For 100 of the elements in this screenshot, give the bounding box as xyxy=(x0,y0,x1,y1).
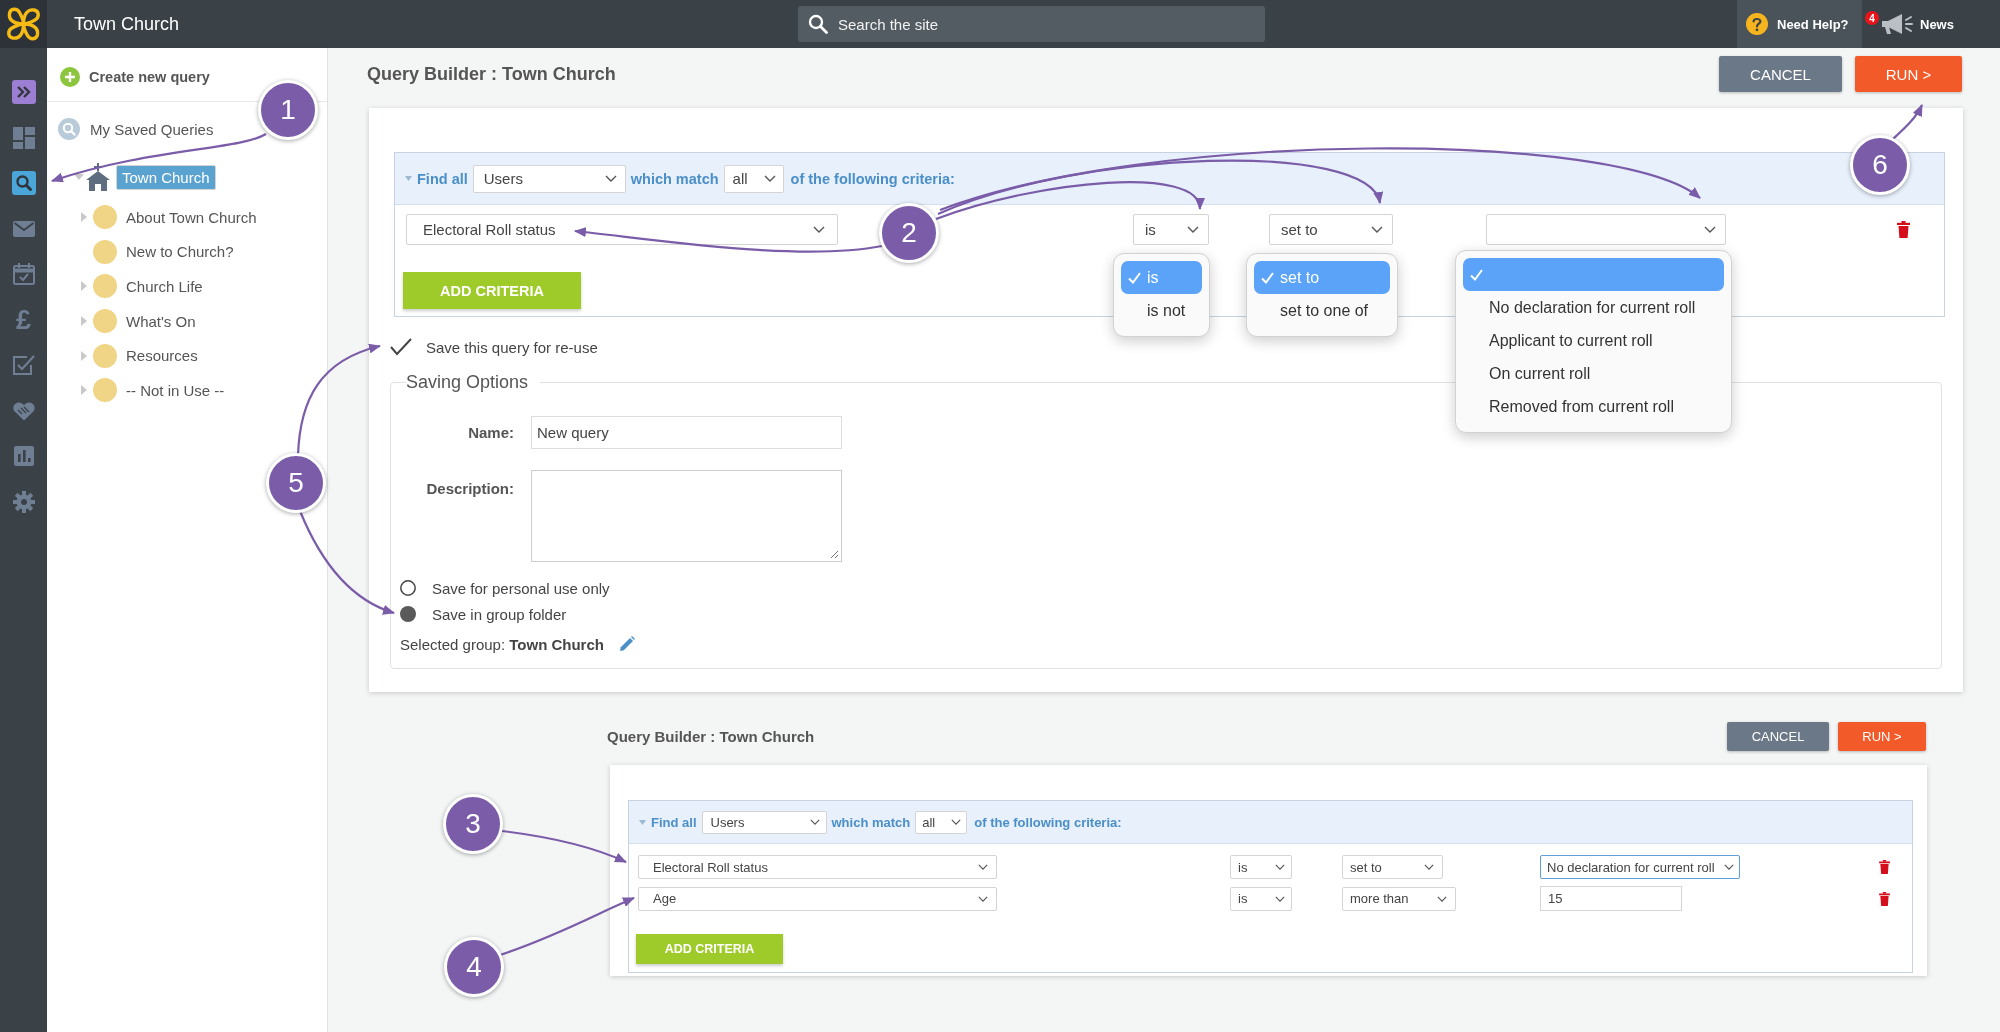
dot-icon xyxy=(93,239,117,264)
caret-right-icon[interactable] xyxy=(80,281,87,292)
search-icon xyxy=(58,118,80,140)
entity-select[interactable]: Users xyxy=(472,164,626,193)
trash-icon[interactable] xyxy=(1897,221,1910,238)
menu-option[interactable]: is not xyxy=(1121,294,1202,327)
operator-select[interactable]: is xyxy=(1133,214,1209,245)
caret-down-icon[interactable] xyxy=(405,176,412,181)
description-field[interactable] xyxy=(531,470,842,562)
operator-select[interactable]: is xyxy=(1230,886,1292,911)
menu-option[interactable]: On current roll xyxy=(1463,357,1724,390)
double-chevron-icon[interactable] xyxy=(11,80,36,104)
resize-handle-icon[interactable] xyxy=(830,550,839,559)
menu-option[interactable]: Applicant to current roll xyxy=(1463,324,1724,357)
tree-item[interactable]: Church Life xyxy=(121,275,208,298)
chevron-down-icon xyxy=(1187,226,1199,233)
section-title: Saving Options xyxy=(406,372,530,392)
match-label: which match xyxy=(630,170,719,187)
caret-down-icon[interactable] xyxy=(639,819,646,825)
match-select[interactable]: all xyxy=(723,164,784,193)
match-label: which match xyxy=(831,814,911,830)
caret-right-icon[interactable] xyxy=(80,385,87,396)
chevron-down-icon xyxy=(809,819,820,825)
trash-icon[interactable] xyxy=(1879,891,1890,906)
radio-button[interactable] xyxy=(400,580,416,596)
condition-select[interactable]: set to xyxy=(1342,855,1443,879)
news-link[interactable]: 4 News xyxy=(1862,0,2000,48)
entity-select[interactable]: Users xyxy=(701,810,827,834)
field-select[interactable]: Electoral Roll status xyxy=(406,214,838,245)
bar-chart-icon[interactable] xyxy=(11,444,36,468)
help-icon xyxy=(1746,13,1768,35)
chevron-down-icon xyxy=(951,819,962,825)
cancel-button[interactable]: CANCEL xyxy=(1719,56,1842,92)
condition-select[interactable]: set to xyxy=(1269,214,1393,245)
search-field[interactable]: Search the site xyxy=(798,6,1265,42)
page-title: Query Builder : Town Church xyxy=(367,63,616,85)
pencil-icon[interactable] xyxy=(618,636,635,652)
caret-right-icon[interactable] xyxy=(80,350,87,361)
caret-right-icon[interactable] xyxy=(80,212,87,223)
field-label: Description: xyxy=(425,479,514,497)
match-select[interactable]: all xyxy=(915,810,968,834)
dashboard-icon[interactable] xyxy=(11,125,36,150)
chevron-down-icon xyxy=(978,895,988,902)
cancel-button[interactable]: CANCEL xyxy=(1727,722,1829,751)
value-select[interactable] xyxy=(1486,214,1726,245)
plus-icon xyxy=(60,67,80,87)
field-select[interactable]: Age xyxy=(638,886,997,911)
chevron-down-icon xyxy=(1704,226,1716,233)
chevron-down-icon xyxy=(1724,864,1734,870)
checkbox-icon[interactable] xyxy=(11,353,36,377)
search-icon[interactable] xyxy=(11,171,36,195)
page-title: Query Builder : Town Church xyxy=(607,728,815,745)
chevron-down-icon xyxy=(604,175,617,182)
notification-count: 4 xyxy=(1865,11,1879,25)
selected-group-text: Selected group: Town Church xyxy=(400,635,604,653)
criteria-suffix-label: of the following criteria: xyxy=(790,170,955,187)
chevron-down-icon xyxy=(1275,864,1285,870)
field-select[interactable]: Electoral Roll status xyxy=(638,855,997,879)
checkmark-icon[interactable] xyxy=(389,337,413,357)
checkmark-icon xyxy=(1128,271,1141,284)
caret-right-icon[interactable] xyxy=(80,316,87,327)
radio-label: Save for personal use only xyxy=(432,579,610,597)
chevron-down-icon xyxy=(1371,226,1383,233)
tree-item[interactable]: -- Not in Use -- xyxy=(121,378,230,402)
settings-icon[interactable] xyxy=(11,489,36,514)
name-field[interactable]: New query xyxy=(531,416,842,449)
search-icon xyxy=(808,14,828,34)
field-label: Name: xyxy=(467,424,514,441)
site-title: Town Church xyxy=(73,13,181,35)
checkmark-icon xyxy=(1261,271,1274,284)
menu-option[interactable]: No declaration for current roll xyxy=(1463,291,1724,324)
find-all-label: Find all xyxy=(417,170,468,187)
radio-button[interactable] xyxy=(400,606,416,622)
value-field[interactable]: 15 xyxy=(1540,886,1682,911)
tree-item[interactable]: About Town Church xyxy=(121,205,262,229)
chevron-down-icon xyxy=(978,864,988,870)
church-icon xyxy=(84,163,112,191)
tree-item[interactable]: What's On xyxy=(121,309,201,333)
save-query-label: Save this query for re-use xyxy=(426,338,598,356)
chevron-down-icon xyxy=(1424,864,1434,870)
find-all-label: Find all xyxy=(651,814,697,830)
condition-select[interactable]: more than xyxy=(1342,886,1456,911)
chevron-down-icon xyxy=(1275,895,1285,902)
help-link[interactable]: Need Help? xyxy=(1737,0,1862,48)
logo-icon[interactable] xyxy=(0,0,47,48)
tree-item[interactable]: New to Church? xyxy=(121,240,239,264)
radio-label: Save in group folder xyxy=(432,605,567,623)
checkmark-icon xyxy=(1470,268,1483,281)
dot-icon xyxy=(93,343,117,368)
callout-arrow xyxy=(1892,104,1923,140)
dot-icon xyxy=(93,378,117,403)
calendar-icon[interactable] xyxy=(11,262,36,286)
operator-select[interactable]: is xyxy=(1230,855,1292,879)
tree-item[interactable]: Resources xyxy=(121,344,203,368)
menu-option[interactable]: Removed from current roll xyxy=(1463,390,1724,423)
chevron-down-icon xyxy=(813,226,825,233)
value-select[interactable]: No declaration for current roll xyxy=(1540,855,1740,879)
caret-down-icon[interactable] xyxy=(74,174,84,180)
menu-option[interactable]: set to one of xyxy=(1254,294,1390,327)
trash-icon[interactable] xyxy=(1879,860,1890,874)
